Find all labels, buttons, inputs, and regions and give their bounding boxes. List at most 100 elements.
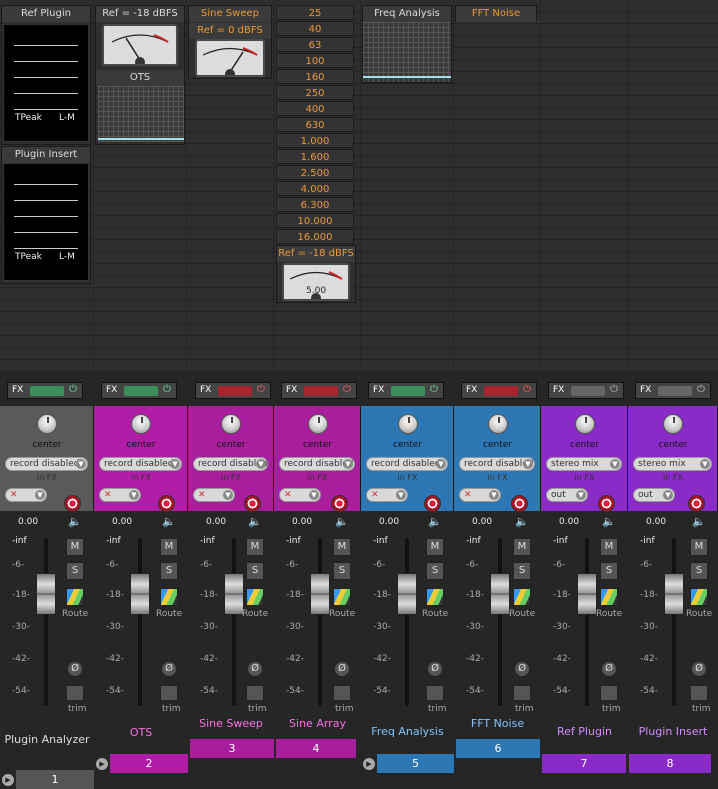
speaker-icon[interactable]: 🔈: [692, 515, 706, 528]
band-button[interactable]: 63: [276, 37, 354, 52]
record-arm-button[interactable]: [64, 495, 81, 512]
band-button[interactable]: 630: [276, 117, 354, 132]
route-icon[interactable]: [160, 588, 178, 606]
input-select[interactable]: record disabled ▼: [459, 457, 535, 471]
solo-button[interactable]: S: [66, 562, 84, 580]
play-icon[interactable]: ▶: [96, 758, 108, 770]
fx-button[interactable]: FX ⏻: [195, 382, 271, 399]
route-icon[interactable]: [600, 588, 618, 606]
band-button[interactable]: 400: [276, 101, 354, 116]
track-name[interactable]: Ref Plugin: [541, 725, 628, 738]
band-button[interactable]: 1.000: [276, 133, 354, 148]
phase-invert-button[interactable]: Ø: [602, 662, 616, 676]
route-icon[interactable]: [690, 588, 708, 606]
output-select[interactable]: ✕ ▼: [366, 488, 408, 502]
route-icon[interactable]: [66, 588, 84, 606]
pan-knob[interactable]: [37, 414, 57, 434]
record-arm-button[interactable]: [244, 495, 261, 512]
trim-envelope-icon[interactable]: [426, 685, 444, 701]
track-name[interactable]: Sine Sweep: [188, 717, 274, 730]
band-button[interactable]: 10.000: [276, 213, 354, 228]
band-button[interactable]: 1.600: [276, 149, 354, 164]
route-icon[interactable]: [246, 588, 264, 606]
pan-knob[interactable]: [487, 414, 508, 434]
band-button[interactable]: 160: [276, 69, 354, 84]
mute-button[interactable]: M: [426, 538, 444, 556]
power-icon[interactable]: ⏻: [608, 384, 620, 396]
volume-fader[interactable]: [36, 573, 56, 615]
record-arm-button[interactable]: [331, 495, 348, 512]
phase-invert-button[interactable]: Ø: [248, 662, 262, 676]
track-number[interactable]: 7: [542, 754, 626, 773]
mute-button[interactable]: M: [333, 538, 351, 556]
pan-knob[interactable]: [397, 414, 418, 434]
solo-button[interactable]: S: [426, 562, 444, 580]
record-arm-button[interactable]: [158, 495, 175, 512]
volume-fader[interactable]: [397, 573, 417, 615]
band-button[interactable]: 100: [276, 53, 354, 68]
power-icon[interactable]: ⏻: [255, 384, 267, 396]
mute-button[interactable]: M: [513, 538, 531, 556]
band-button[interactable]: 2.500: [276, 165, 354, 180]
phase-invert-button[interactable]: Ø: [515, 662, 529, 676]
speaker-icon[interactable]: 🔈: [602, 515, 616, 528]
band-button[interactable]: 4.000: [276, 181, 354, 196]
volume-fader[interactable]: [577, 573, 597, 615]
fft-noise-panel[interactable]: FFT Noise: [455, 5, 537, 22]
sine-sweep-panel[interactable]: Sine Sweep Ref = 0 dBFS: [188, 5, 272, 79]
output-select[interactable]: ✕ ▼: [459, 488, 501, 502]
record-arm-button[interactable]: [424, 495, 441, 512]
solo-button[interactable]: S: [513, 562, 531, 580]
speaker-icon[interactable]: 🔈: [428, 515, 442, 528]
track-name[interactable]: FFT Noise: [454, 717, 541, 730]
band-button[interactable]: 25: [276, 5, 354, 20]
sine-array-vu-panel[interactable]: Ref = -18 dBFS 5.00: [276, 245, 356, 303]
trim-envelope-icon[interactable]: [690, 685, 708, 701]
track-name[interactable]: OTS: [94, 726, 188, 739]
mute-button[interactable]: M: [690, 538, 708, 556]
output-select[interactable]: ✕ ▼: [5, 488, 47, 502]
trim-envelope-icon[interactable]: [246, 685, 264, 701]
band-button[interactable]: 40: [276, 21, 354, 36]
input-select[interactable]: record disabled ▼: [279, 457, 355, 471]
track-number[interactable]: 5: [377, 754, 454, 773]
ots-panel[interactable]: Ref = -18 dBFS OTS: [95, 5, 185, 145]
fx-button[interactable]: FX ⏻: [368, 382, 444, 399]
input-select[interactable]: record disabled ▼: [193, 457, 268, 471]
solo-button[interactable]: S: [600, 562, 618, 580]
play-icon[interactable]: ▶: [2, 774, 14, 786]
fx-button[interactable]: FX ⏻: [548, 382, 624, 399]
band-button[interactable]: 6.300: [276, 197, 354, 212]
band-button[interactable]: 250: [276, 85, 354, 100]
fx-button[interactable]: FX ⏻: [461, 382, 537, 399]
track-number[interactable]: 1: [16, 770, 94, 789]
power-icon[interactable]: ⏻: [67, 384, 79, 396]
pan-knob[interactable]: [574, 414, 595, 434]
record-arm-button[interactable]: [688, 495, 705, 512]
track-name[interactable]: Plugin Analyzer: [0, 733, 94, 746]
output-select[interactable]: ✕ ▼: [99, 488, 141, 502]
track-number[interactable]: 6: [456, 739, 540, 758]
mute-button[interactable]: M: [66, 538, 84, 556]
fx-button[interactable]: FX ⏻: [7, 382, 83, 399]
speaker-icon[interactable]: 🔈: [335, 515, 349, 528]
volume-fader[interactable]: [490, 573, 510, 615]
power-icon[interactable]: ⏻: [521, 384, 533, 396]
record-arm-button[interactable]: [511, 495, 528, 512]
pan-knob[interactable]: [131, 414, 151, 434]
fx-button[interactable]: FX ⏻: [281, 382, 357, 399]
phase-invert-button[interactable]: Ø: [335, 662, 349, 676]
input-select[interactable]: record disabled ▼: [99, 457, 182, 471]
phase-invert-button[interactable]: Ø: [692, 662, 706, 676]
speaker-icon[interactable]: 🔈: [162, 515, 176, 528]
power-icon[interactable]: ⏻: [428, 384, 440, 396]
fx-button[interactable]: FX ⏻: [101, 382, 177, 399]
power-icon[interactable]: ⏻: [341, 384, 353, 396]
input-select[interactable]: record disabled ▼: [366, 457, 448, 471]
route-icon[interactable]: [513, 588, 531, 606]
ref-plugin-panel[interactable]: Ref Plugin TPeak L-M: [1, 5, 91, 145]
fx-button[interactable]: FX ⏻: [635, 382, 711, 399]
power-icon[interactable]: ⏻: [161, 384, 173, 396]
track-number[interactable]: 3: [190, 739, 274, 758]
solo-button[interactable]: S: [246, 562, 264, 580]
